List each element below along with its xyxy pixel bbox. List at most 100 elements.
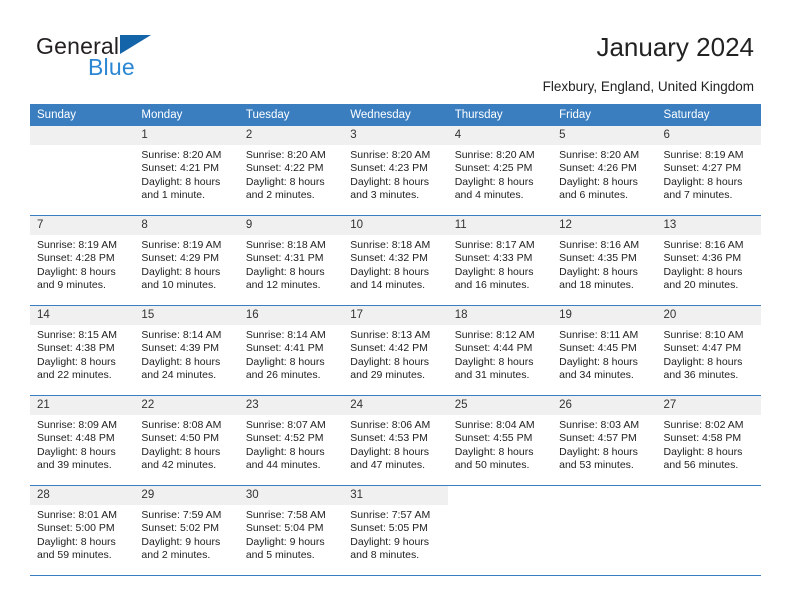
calendar-cell[interactable]: 24 Sunrise: 8:06 AM Sunset: 4:53 PM Dayligh… [343, 395, 448, 486]
daylight-text-line2: and 9 minutes. [37, 279, 106, 292]
calendar-cell[interactable]: 19 Sunrise: 8:11 AM Sunset: 4:45 PM Dayligh… [552, 305, 657, 396]
day-cell[interactable] [552, 486, 657, 575]
daylight-text-line1: Daylight: 8 hours [141, 445, 221, 458]
day-info: Sunrise: 8:18 AM Sunset: 4:31 PM Daylight:… [239, 235, 343, 293]
daylight-text-line1: Daylight: 8 hours [141, 175, 221, 188]
day-number [656, 486, 761, 505]
day-cell[interactable]: 22 Sunrise: 8:08 AM Sunset: 4:50 PM Dayligh… [134, 396, 239, 485]
day-cell[interactable]: 31 Sunrise: 7:57 AM Sunset: 5:05 PM Dayligh… [343, 486, 448, 575]
day-cell[interactable]: 18 Sunrise: 8:12 AM Sunset: 4:44 PM Dayligh… [447, 306, 553, 395]
calendar-cell[interactable]: 29 Sunrise: 7:59 AM Sunset: 5:02 PM Dayligh… [134, 485, 239, 576]
day-cell[interactable]: 9 Sunrise: 8:18 AM Sunset: 4:31 PM Daylight… [238, 216, 344, 305]
sunset-text: Sunset: 4:47 PM [663, 342, 742, 355]
day-cell[interactable] [30, 126, 135, 215]
day-cell[interactable]: 1 Sunrise: 8:20 AM Sunset: 4:21 PM Daylight… [134, 126, 239, 215]
day-cell[interactable]: 19 Sunrise: 8:11 AM Sunset: 4:45 PM Dayligh… [552, 306, 657, 395]
general-blue-logo[interactable]: General Blue [36, 33, 236, 85]
daylight-text-line2: and 39 minutes. [37, 459, 112, 472]
calendar-cell[interactable]: 28 Sunrise: 8:01 AM Sunset: 5:00 PM Dayligh… [30, 485, 135, 576]
daylight-text-line2: and 8 minutes. [350, 549, 420, 562]
day-cell[interactable]: 17 Sunrise: 8:13 AM Sunset: 4:42 PM Dayligh… [343, 306, 448, 395]
day-cell[interactable]: 28 Sunrise: 8:01 AM Sunset: 5:00 PM Dayligh… [30, 486, 135, 575]
calendar-cell[interactable] [447, 485, 553, 576]
calendar-cell[interactable]: 27 Sunrise: 8:02 AM Sunset: 4:58 PM Dayligh… [656, 395, 761, 486]
day-cell[interactable]: 20 Sunrise: 8:10 AM Sunset: 4:47 PM Dayligh… [656, 306, 761, 395]
sunrise-text: Sunrise: 8:14 AM [141, 329, 222, 341]
calendar-cell[interactable]: 30 Sunrise: 7:58 AM Sunset: 5:04 PM Dayligh… [238, 485, 344, 576]
calendar-cell[interactable]: 10 Sunrise: 8:18 AM Sunset: 4:32 PM Dayligh… [343, 215, 448, 306]
day-info: Sunrise: 8:19 AM Sunset: 4:28 PM Daylight:… [30, 235, 134, 293]
calendar-cell[interactable]: 26 Sunrise: 8:03 AM Sunset: 4:57 PM Dayligh… [552, 395, 657, 486]
day-cell[interactable]: 26 Sunrise: 8:03 AM Sunset: 4:57 PM Dayligh… [552, 396, 657, 485]
calendar-cell[interactable] [656, 485, 761, 576]
calendar-cell[interactable]: 5 Sunrise: 8:20 AM Sunset: 4:26 PM Daylight… [552, 126, 657, 216]
day-cell[interactable]: 23 Sunrise: 8:07 AM Sunset: 4:52 PM Dayligh… [238, 396, 344, 485]
day-cell[interactable]: 29 Sunrise: 7:59 AM Sunset: 5:02 PM Dayligh… [134, 486, 239, 575]
day-cell[interactable]: 8 Sunrise: 8:19 AM Sunset: 4:29 PM Daylight… [134, 216, 239, 305]
calendar-cell[interactable]: 14 Sunrise: 8:15 AM Sunset: 4:38 PM Dayligh… [30, 305, 135, 396]
daylight-text-line1: Daylight: 8 hours [37, 265, 116, 278]
day-cell[interactable] [447, 486, 553, 575]
day-cell[interactable]: 14 Sunrise: 8:15 AM Sunset: 4:38 PM Dayligh… [30, 306, 135, 395]
daylight-text-line1: Daylight: 9 hours [245, 535, 325, 548]
calendar-cell[interactable]: 4 Sunrise: 8:20 AM Sunset: 4:25 PM Daylight… [447, 126, 553, 216]
calendar-cell[interactable]: 17 Sunrise: 8:13 AM Sunset: 4:42 PM Dayligh… [343, 305, 448, 396]
calendar-cell[interactable]: 31 Sunrise: 7:57 AM Sunset: 5:05 PM Dayligh… [343, 485, 448, 576]
calendar-cell[interactable]: 6 Sunrise: 8:19 AM Sunset: 4:27 PM Daylight… [656, 126, 761, 216]
day-cell[interactable]: 4 Sunrise: 8:20 AM Sunset: 4:25 PM Daylight… [447, 126, 553, 215]
day-cell[interactable]: 21 Sunrise: 8:09 AM Sunset: 4:48 PM Dayligh… [30, 396, 135, 485]
calendar-header-row: Sunday Monday Tuesday Wednesday Thursday Frid… [30, 104, 761, 126]
calendar-cell[interactable]: 20 Sunrise: 8:10 AM Sunset: 4:47 PM Dayligh… [656, 305, 761, 396]
calendar-cell[interactable]: 22 Sunrise: 8:08 AM Sunset: 4:50 PM Dayligh… [134, 395, 239, 486]
day-cell[interactable]: 5 Sunrise: 8:20 AM Sunset: 4:26 PM Daylight… [552, 126, 657, 215]
day-number: 15 [134, 306, 239, 325]
calendar-cell[interactable]: 7 Sunrise: 8:19 AM Sunset: 4:28 PM Daylight… [30, 215, 135, 306]
day-cell[interactable]: 27 Sunrise: 8:02 AM Sunset: 4:58 PM Dayligh… [656, 396, 761, 485]
calendar-cell[interactable]: 25 Sunrise: 8:04 AM Sunset: 4:55 PM Dayligh… [447, 395, 553, 486]
daylight-text-line1: Daylight: 8 hours [663, 175, 743, 188]
daylight-text-line2: and 42 minutes. [141, 459, 217, 472]
calendar-cell[interactable]: 2 Sunrise: 8:20 AM Sunset: 4:22 PM Daylight… [238, 126, 344, 216]
calendar-cell[interactable]: 3 Sunrise: 8:20 AM Sunset: 4:23 PM Daylight… [343, 126, 448, 216]
daylight-text-line2: and 53 minutes. [559, 459, 634, 472]
daylight-text-line1: Daylight: 8 hours [245, 175, 325, 188]
daylight-text-line1: Daylight: 8 hours [350, 265, 430, 278]
calendar-cell[interactable] [552, 485, 657, 576]
calendar-week-row: 28 Sunrise: 8:01 AM Sunset: 5:00 PM Dayligh… [30, 485, 761, 576]
calendar-cell[interactable]: 18 Sunrise: 8:12 AM Sunset: 4:44 PM Dayligh… [447, 305, 553, 396]
calendar-cell[interactable]: 8 Sunrise: 8:19 AM Sunset: 4:29 PM Daylight… [134, 215, 239, 306]
calendar-cell[interactable]: 23 Sunrise: 8:07 AM Sunset: 4:52 PM Dayligh… [238, 395, 344, 486]
day-cell[interactable]: 2 Sunrise: 8:20 AM Sunset: 4:22 PM Daylight… [238, 126, 344, 215]
day-info: Sunrise: 8:18 AM Sunset: 4:32 PM Daylight:… [343, 235, 447, 293]
daylight-text-line2: and 14 minutes. [350, 279, 425, 292]
calendar-cell[interactable]: 1 Sunrise: 8:20 AM Sunset: 4:21 PM Daylight… [134, 126, 239, 216]
day-cell[interactable]: 3 Sunrise: 8:20 AM Sunset: 4:23 PM Daylight… [343, 126, 448, 215]
calendar-cell[interactable]: 13 Sunrise: 8:16 AM Sunset: 4:36 PM Dayligh… [656, 215, 761, 306]
day-cell[interactable]: 12 Sunrise: 8:16 AM Sunset: 4:35 PM Dayligh… [552, 216, 657, 305]
day-cell[interactable]: 13 Sunrise: 8:16 AM Sunset: 4:36 PM Dayligh… [656, 216, 761, 305]
day-cell[interactable]: 15 Sunrise: 8:14 AM Sunset: 4:39 PM Dayligh… [134, 306, 239, 395]
calendar-cell[interactable]: 16 Sunrise: 8:14 AM Sunset: 4:41 PM Dayligh… [238, 305, 344, 396]
day-cell[interactable] [656, 486, 761, 575]
calendar-cell[interactable]: 15 Sunrise: 8:14 AM Sunset: 4:39 PM Dayligh… [134, 305, 239, 396]
sunrise-text: Sunrise: 8:13 AM [350, 329, 431, 341]
calendar-cell[interactable]: 9 Sunrise: 8:18 AM Sunset: 4:31 PM Daylight… [238, 215, 344, 306]
calendar-cell[interactable] [30, 126, 135, 216]
sunrise-text: Sunrise: 8:03 AM [559, 419, 640, 431]
calendar-cell[interactable]: 12 Sunrise: 8:16 AM Sunset: 4:35 PM Dayligh… [552, 215, 657, 306]
day-cell[interactable]: 25 Sunrise: 8:04 AM Sunset: 4:55 PM Dayligh… [447, 396, 553, 485]
day-cell[interactable]: 11 Sunrise: 8:17 AM Sunset: 4:33 PM Dayligh… [447, 216, 553, 305]
sunset-text: Sunset: 4:35 PM [559, 252, 637, 265]
day-number: 17 [343, 306, 448, 325]
day-info: Sunrise: 8:20 AM Sunset: 4:23 PM Daylight:… [343, 145, 447, 203]
day-cell[interactable]: 16 Sunrise: 8:14 AM Sunset: 4:41 PM Dayligh… [238, 306, 344, 395]
day-cell[interactable]: 6 Sunrise: 8:19 AM Sunset: 4:27 PM Daylight… [656, 126, 761, 215]
day-cell[interactable]: 10 Sunrise: 8:18 AM Sunset: 4:32 PM Dayligh… [343, 216, 448, 305]
day-cell[interactable]: 7 Sunrise: 8:19 AM Sunset: 4:28 PM Daylight… [30, 216, 135, 305]
daylight-text-line2: and 1 minute. [141, 189, 206, 202]
day-number: 22 [134, 396, 239, 415]
day-cell[interactable]: 30 Sunrise: 7:58 AM Sunset: 5:04 PM Dayligh… [238, 486, 344, 575]
calendar-cell[interactable]: 11 Sunrise: 8:17 AM Sunset: 4:33 PM Dayligh… [447, 215, 553, 306]
day-cell[interactable]: 24 Sunrise: 8:06 AM Sunset: 4:53 PM Dayligh… [343, 396, 448, 485]
calendar-cell[interactable]: 21 Sunrise: 8:09 AM Sunset: 4:48 PM Dayligh… [30, 395, 135, 486]
